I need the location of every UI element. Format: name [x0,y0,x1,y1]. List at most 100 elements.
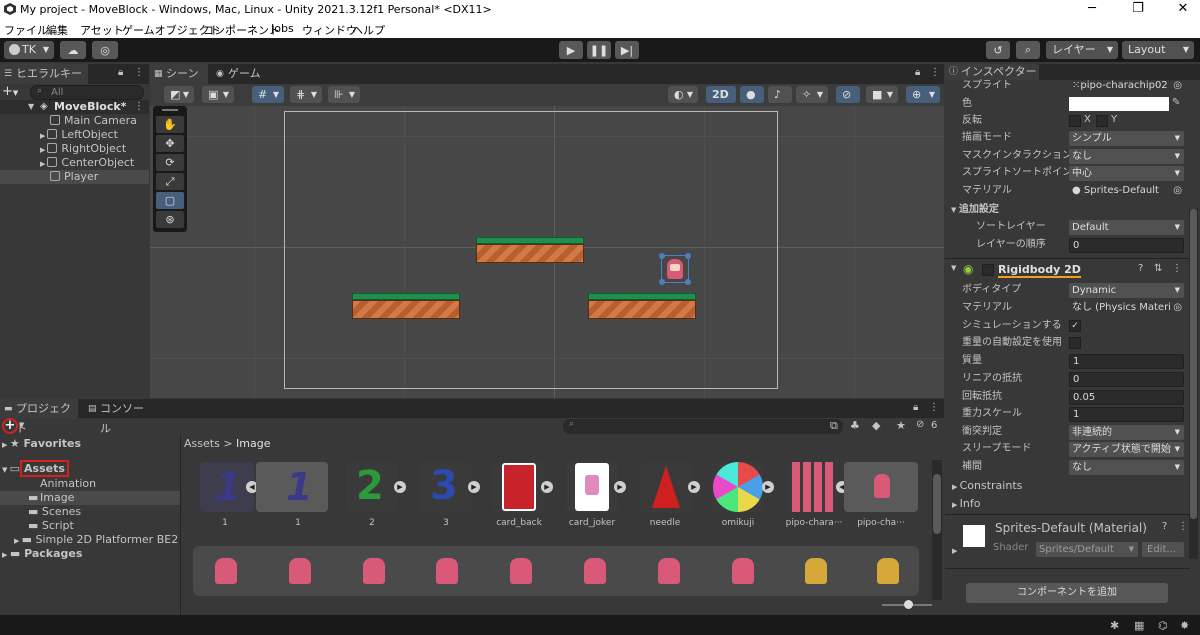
project-scrollbar[interactable] [932,460,942,600]
grid-toggle[interactable]: # ▼ [252,86,284,103]
chevron-right-icon[interactable]: ▶ [688,481,700,493]
tab-scene[interactable]: ▦ シーン [150,64,208,84]
rect-tool-icon[interactable]: ▢ [156,192,184,209]
add-asset-button[interactable]: + [2,418,18,434]
linear-drag-input[interactable]: 0 [1069,372,1184,387]
kebab-menu-icon[interactable]: ⋮ [1172,263,1182,274]
draw-mode-dropdown[interactable]: シンプル ▼ [1069,131,1184,146]
kebab-menu-icon[interactable]: ⋮ [930,67,940,78]
auto-generate-lighting-icon[interactable]: ✸ [1180,619,1189,632]
hierarchy-item-leftobject[interactable]: ▶ LeftObject [40,128,118,142]
hand-tool-icon[interactable]: ✋ [156,116,184,133]
menu-edit[interactable]: 編集 [46,22,68,38]
hierarchy-item-main-camera[interactable]: Main Camera [50,114,137,128]
history-button[interactable]: ↺ [986,41,1010,59]
asset-pipo-chara-sheet[interactable] [788,462,840,512]
minimize-icon[interactable]: ─ [1082,1,1102,16]
play-button[interactable]: ▶ [559,41,583,59]
progress-icon[interactable]: ▦ [1134,619,1144,632]
lock-icon[interactable]: 🔒︎ [915,67,920,78]
chevron-right-icon[interactable]: ▶ [614,481,626,493]
chevron-right-icon[interactable]: ▶ [541,481,553,493]
sprite-strip[interactable] [193,546,919,596]
left-platform[interactable] [352,293,460,319]
icon-size-slider[interactable] [882,600,932,609]
add-button[interactable]: +▼ [2,85,24,100]
rotate-tool-icon[interactable]: ⟳ [156,154,184,171]
folder-script[interactable]: ▬ Script [28,519,74,533]
hierarchy-search-input[interactable]: ⌕ All [30,85,144,100]
scene-row[interactable]: ▼ ◈ MoveBlock* ⋮ [0,100,149,114]
draw-mode-dropdown[interactable]: ◩ ▼ [164,86,194,103]
favorite-star-icon[interactable]: ★ [896,419,906,432]
camera-dropdown[interactable]: ■ ▼ [866,86,898,103]
tab-console[interactable]: ▤ コンソール [84,399,154,435]
lighting-toggle[interactable]: ● [740,86,764,103]
2d-toggle[interactable]: 2D [706,86,736,103]
folder-scenes[interactable]: ▬ Scenes [28,505,81,519]
flip-y-checkbox[interactable] [1096,115,1108,127]
body-type-dropdown[interactable]: Dynamic ▼ [1069,283,1184,298]
kebab-menu-icon[interactable]: ⋮ [134,100,144,114]
angular-drag-input[interactable]: 0.05 [1069,390,1184,405]
physics-material-field[interactable]: なし (Physics Materi ◎ [1069,301,1184,316]
asset-card-joker[interactable] [566,462,618,512]
hierarchy-item-rightobject[interactable]: ▶ RightObject [40,142,126,156]
maximize-icon[interactable]: ❐ [1128,1,1148,16]
asset-card-back[interactable] [493,462,545,512]
asset-omikuji[interactable] [712,462,764,512]
search-by-type-icon[interactable]: ⧉ [830,419,838,433]
search-button[interactable]: ⌕ [1016,41,1040,59]
layers-dropdown[interactable]: レイヤー ▼ [1046,41,1118,59]
flip-x-checkbox[interactable] [1069,115,1081,127]
menu-window[interactable]: ウィンドウ [302,22,357,38]
assets-folder[interactable]: ▼ ▭ Assets [2,460,69,477]
extra-settings-foldout[interactable]: ▼ 追加設定 [951,202,999,218]
gravity-scale-input[interactable]: 1 [1069,407,1184,422]
cloud-button[interactable]: ☁ [60,41,86,59]
mask-interaction-dropdown[interactable]: なし ▼ [1069,149,1184,164]
center-platform[interactable] [476,237,584,263]
chevron-right-icon[interactable]: ▶ [394,481,406,493]
sprite-field[interactable]: ⁙pipo-charachip02 ◎ [1069,79,1184,94]
kebab-menu-icon[interactable]: ⋮ [134,67,144,78]
add-component-button[interactable]: コンポーネントを追加 [966,583,1168,603]
packages-folder[interactable]: ▶ ▬ Packages [2,547,82,561]
rigidbody-enabled-checkbox[interactable] [982,264,994,276]
collab-button[interactable]: ◎ [92,41,118,59]
audio-toggle[interactable]: ♪ [768,86,792,103]
tab-game[interactable]: ◉ ゲーム [212,64,272,84]
right-platform[interactable] [588,293,696,319]
hierarchy-item-player[interactable]: Player [0,170,149,184]
project-search-input[interactable]: ⌕ [563,419,843,434]
order-in-layer-input[interactable]: 0 [1069,238,1184,253]
label-icon[interactable]: ◆ [872,419,880,432]
account-dropdown[interactable]: TK ▼ [4,41,54,59]
asset-3[interactable]: 3 [420,462,472,512]
chevron-right-icon[interactable]: ▶ [952,547,957,555]
sorting-layer-dropdown[interactable]: Default ▼ [1069,220,1184,235]
scene-viewport[interactable] [150,106,944,398]
effects-dropdown[interactable]: ✧ ▼ [796,86,828,103]
constraints-foldout[interactable]: ▶ Constraints [952,478,1022,494]
filter-type-icon[interactable]: ♣ [850,419,860,432]
transform-tool-icon[interactable]: ⊛ [156,211,184,228]
mass-input[interactable]: 1 [1069,354,1184,369]
kebab-menu-icon[interactable]: ⋮ [1178,521,1188,532]
chevron-right-icon[interactable]: ▶ [468,481,480,493]
info-foldout[interactable]: ▶ Info [952,496,980,512]
target-icon[interactable]: ◎ [1173,301,1182,314]
chevron-down-icon[interactable]: ▼ [951,264,956,272]
folder-image[interactable]: ▬ Image [0,491,180,505]
hidden-objects-toggle[interactable]: ⊘ [836,86,860,103]
menu-jobs[interactable]: Jobs [271,22,294,35]
player-sprite[interactable] [659,253,691,285]
preset-icon[interactable]: ⇅ [1154,263,1162,274]
scale-tool-icon[interactable]: ⤢ [156,173,184,190]
tab-project[interactable]: ▬ プロジェクト [0,399,78,435]
tab-hierarchy[interactable]: ☰ ヒエラルキー [0,64,88,84]
shader-dropdown[interactable]: Sprites/Default ▼ [1036,542,1138,557]
network-icon[interactable]: ⌬ [1158,619,1168,632]
help-icon[interactable]: ? [1162,521,1167,532]
orientation-dropdown[interactable]: ◐ ▼ [668,86,698,103]
